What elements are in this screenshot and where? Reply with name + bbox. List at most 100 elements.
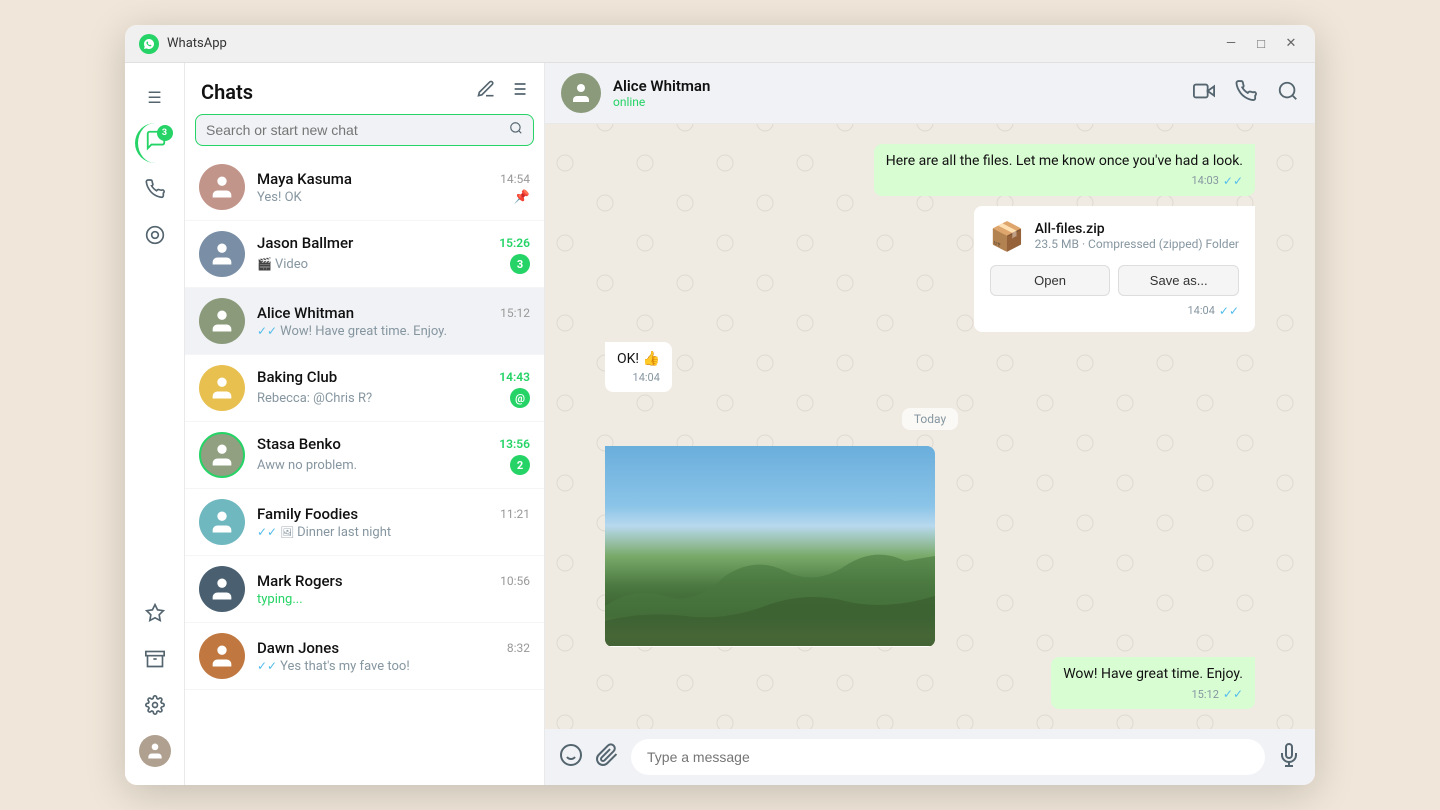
- date-divider: Today: [902, 408, 958, 430]
- chat-item-stasa[interactable]: Stasa Benko 13:56 Aww no problem. 2: [185, 422, 544, 489]
- search-input[interactable]: [206, 122, 509, 138]
- chat-preview-family: ✓✓ 🖼 Dinner last night: [257, 525, 391, 540]
- chat-preview-maya: Yes! OK: [257, 190, 302, 205]
- video-call-button[interactable]: [1193, 80, 1215, 107]
- search-icon: [509, 121, 523, 139]
- chat-info-dawn: Dawn Jones 8:32 ✓✓ Yes that's my fave to…: [257, 639, 530, 674]
- chat-item-alice[interactable]: Alice Whitman 15:12 ✓✓ Wow! Have great t…: [185, 288, 544, 355]
- message-input[interactable]: [631, 739, 1265, 775]
- chat-list-header: Chats: [185, 63, 544, 114]
- chat-info-stasa: Stasa Benko 13:56 Aww no problem. 2: [257, 435, 530, 475]
- photo-image: [605, 446, 935, 646]
- open-file-button[interactable]: Open: [990, 265, 1111, 296]
- chat-preview-baking: Rebecca: @Chris R?: [257, 391, 372, 406]
- app-body: ☰ 3: [125, 63, 1315, 785]
- avatar-family: [199, 499, 245, 545]
- file-size: 23.5 MB · Compressed (zipped) Folder: [1035, 237, 1239, 251]
- chat-time-alice: 15:12: [500, 306, 530, 320]
- chat-item-mark[interactable]: Mark Rogers 10:56 typing...: [185, 556, 544, 623]
- chat-info-alice: Alice Whitman 15:12 ✓✓ Wow! Have great t…: [257, 304, 530, 339]
- messages-area: Here are all the files. Let me know once…: [545, 124, 1315, 729]
- window-controls: — □ ✕: [1221, 34, 1301, 54]
- new-chat-button[interactable]: [476, 79, 496, 104]
- chat-time-family: 11:21: [500, 507, 530, 521]
- msg-time-5: 15:12: [1191, 688, 1218, 701]
- pin-icon-maya: 📌: [514, 190, 530, 205]
- attach-button[interactable]: [595, 743, 619, 772]
- msg-tick-1: ✓✓: [1223, 174, 1243, 188]
- file-name: All-files.zip: [1035, 221, 1239, 237]
- chat-header: Alice Whitman online: [545, 63, 1315, 124]
- sidebar-starred-icon[interactable]: [135, 593, 175, 633]
- chat-time-stasa: 13:56: [499, 437, 530, 451]
- msg-time-3: 14:04: [633, 371, 660, 384]
- chat-item-dawn[interactable]: Dawn Jones 8:32 ✓✓ Yes that's my fave to…: [185, 623, 544, 690]
- avatar-maya: [199, 164, 245, 210]
- message-4-photo: So beautiful here! 15:06 ❤️: [605, 446, 935, 647]
- chat-item-maya[interactable]: Maya Kasuma 14:54 Yes! OK 📌: [185, 154, 544, 221]
- chat-header-info: Alice Whitman online: [613, 77, 1181, 109]
- chat-header-status: online: [613, 95, 1181, 109]
- voice-call-button[interactable]: [1235, 80, 1257, 107]
- chat-preview-stasa: Aww no problem.: [257, 458, 357, 473]
- chat-time-maya: 14:54: [500, 172, 530, 186]
- sidebar-avatar-icon[interactable]: [135, 731, 175, 771]
- msg-tick-2: ✓✓: [1219, 304, 1239, 318]
- msg-text-1: Here are all the files. Let me know once…: [886, 152, 1243, 172]
- msg-meta-1: 14:03 ✓✓: [886, 174, 1243, 188]
- sidebar-menu-icon[interactable]: ☰: [135, 77, 175, 117]
- chat-header-name: Alice Whitman: [613, 77, 1181, 95]
- app-window: WhatsApp — □ ✕ ☰ 3: [125, 25, 1315, 785]
- close-button[interactable]: ✕: [1281, 34, 1301, 54]
- chat-time-baking: 14:43: [499, 370, 530, 384]
- avatar-dawn: [199, 633, 245, 679]
- avatar-jason: [199, 231, 245, 277]
- filter-button[interactable]: [508, 79, 528, 104]
- app-title: WhatsApp: [167, 36, 1221, 51]
- msg-meta-2: 14:04 ✓✓: [990, 304, 1239, 318]
- message-2-file: 📦 All-files.zip 23.5 MB · Compressed (zi…: [974, 206, 1255, 332]
- mic-button[interactable]: [1277, 743, 1301, 772]
- photo-caption: So beautiful here! 15:06 ❤️: [605, 646, 935, 647]
- chat-item-family[interactable]: Family Foodies 11:21 ✓✓ 🖼 Dinner last ni…: [185, 489, 544, 556]
- save-file-button[interactable]: Save as...: [1118, 265, 1239, 296]
- maximize-button[interactable]: □: [1251, 34, 1271, 54]
- chat-item-jason[interactable]: Jason Ballmer 15:26 🎬 Video 3: [185, 221, 544, 288]
- file-details: All-files.zip 23.5 MB · Compressed (zipp…: [1035, 221, 1239, 251]
- chat-name-family: Family Foodies: [257, 505, 358, 523]
- avatar-baking: [199, 365, 245, 411]
- msg-time-1: 14:03: [1191, 174, 1218, 187]
- sidebar-archive-icon[interactable]: [135, 639, 175, 679]
- file-info: 📦 All-files.zip 23.5 MB · Compressed (zi…: [990, 220, 1239, 253]
- sidebar-settings-icon[interactable]: [135, 685, 175, 725]
- sidebar-communities-icon[interactable]: [135, 215, 175, 255]
- search-chat-button[interactable]: [1277, 80, 1299, 107]
- avatar-alice: [199, 298, 245, 344]
- chat-item-baking[interactable]: Baking Club 14:43 Rebecca: @Chris R? @: [185, 355, 544, 422]
- chat-list-title: Chats: [201, 80, 253, 104]
- chat-header-actions: [1193, 80, 1299, 107]
- chat-name-baking: Baking Club: [257, 368, 337, 386]
- sidebar-chats-icon[interactable]: 3: [135, 123, 175, 163]
- avatar-stasa: [199, 432, 245, 478]
- unread-badge-stasa: 2: [510, 455, 530, 475]
- minimize-button[interactable]: —: [1221, 34, 1241, 54]
- chat-items: Maya Kasuma 14:54 Yes! OK 📌: [185, 154, 544, 785]
- message-5: Wow! Have great time. Enjoy. 15:12 ✓✓: [1051, 657, 1255, 709]
- chat-name-stasa: Stasa Benko: [257, 435, 341, 453]
- chat-time-dawn: 8:32: [507, 641, 530, 655]
- chat-name-jason: Jason Ballmer: [257, 234, 353, 252]
- chat-info-family: Family Foodies 11:21 ✓✓ 🖼 Dinner last ni…: [257, 505, 530, 540]
- search-bar: [195, 114, 534, 146]
- chat-header-avatar[interactable]: [561, 73, 601, 113]
- message-3: OK! 👍 14:04: [605, 342, 672, 393]
- file-icon: 📦: [990, 220, 1025, 253]
- emoji-button[interactable]: [559, 743, 583, 772]
- chat-name-mark: Mark Rogers: [257, 572, 343, 590]
- unread-badge-jason: 3: [510, 254, 530, 274]
- sidebar-calls-icon[interactable]: [135, 169, 175, 209]
- chat-name-dawn: Dawn Jones: [257, 639, 339, 657]
- message-1: Here are all the files. Let me know once…: [874, 144, 1255, 196]
- chat-preview-alice: ✓✓ Wow! Have great time. Enjoy.: [257, 324, 447, 339]
- msg-text-5: Wow! Have great time. Enjoy.: [1063, 665, 1243, 685]
